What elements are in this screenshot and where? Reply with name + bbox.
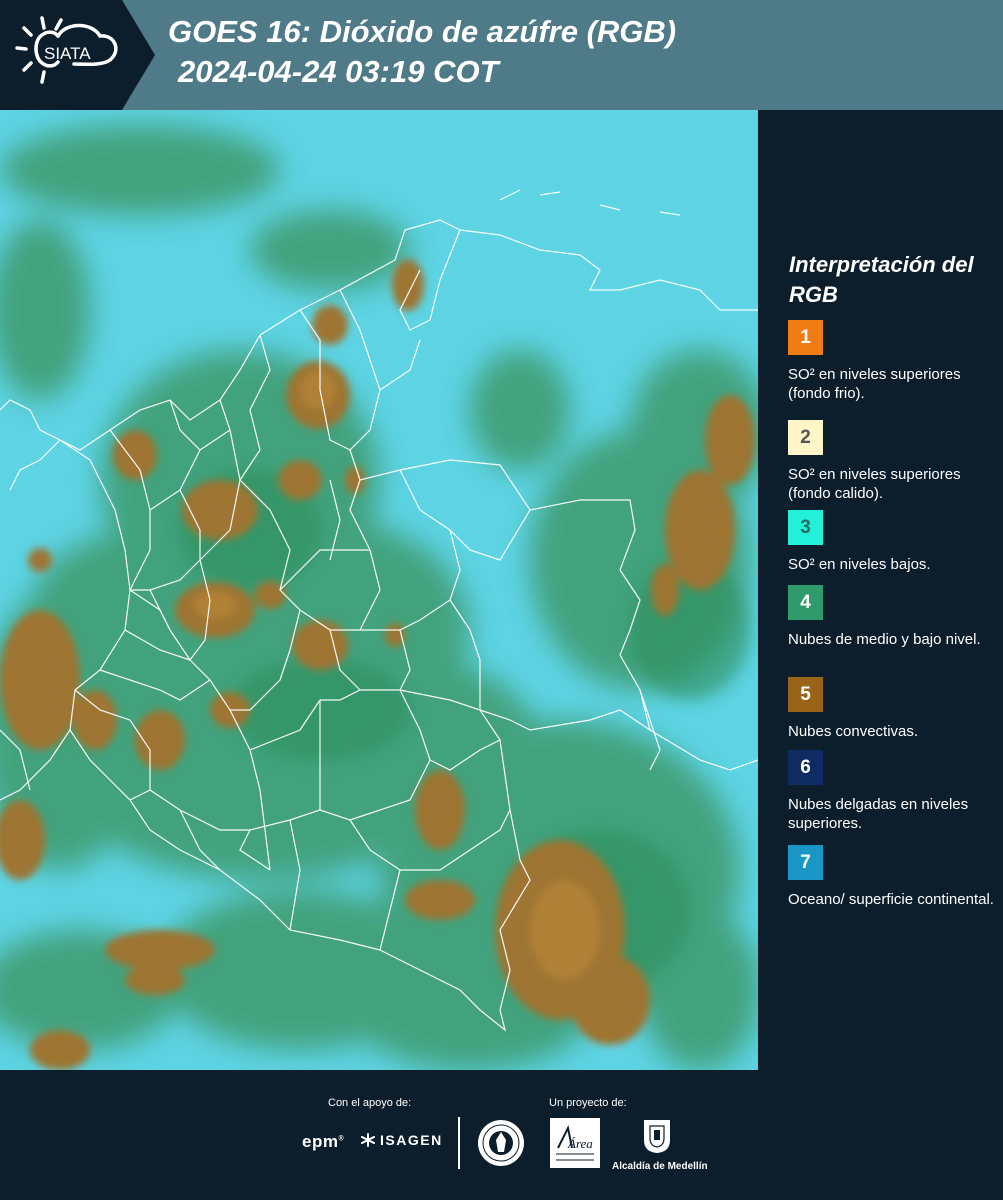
siata-logo: SIATA bbox=[0, 0, 155, 110]
legend-swatch: 6 bbox=[788, 750, 823, 785]
legend-item: 4 Nubes de medio y bajo nivel. bbox=[788, 585, 998, 649]
project-label: Un proyecto de: bbox=[549, 1097, 627, 1109]
support-label: Con el apoyo de: bbox=[328, 1097, 412, 1109]
timestamp-title: 2024-04-24 03:19 COT bbox=[178, 54, 499, 89]
legend-item: 7 Oceano/ superficie continental. bbox=[788, 845, 998, 909]
satellite-map bbox=[0, 110, 758, 1070]
epm-logo-text: epm bbox=[302, 1132, 339, 1151]
epm-logo: epm® bbox=[302, 1132, 345, 1151]
legend-swatch: 4 bbox=[788, 585, 823, 620]
alcaldia-text: Alcaldía de Medellín bbox=[612, 1161, 708, 1172]
siata-logo-text: SIATA bbox=[44, 44, 91, 63]
isagen-logo-text: ISAGEN bbox=[380, 1132, 443, 1148]
legend-item-label: Nubes de medio y bajo nivel. bbox=[788, 631, 981, 648]
alcaldia-logo: Alcaldía de Medellín bbox=[612, 1118, 708, 1172]
legend-item-label: SO² en niveles bajos. bbox=[788, 556, 931, 573]
legend-item-label: SO² en niveles superiores (fondo calido)… bbox=[788, 466, 961, 502]
legend-swatch: 3 bbox=[788, 510, 823, 545]
isagen-logo: ISAGEN bbox=[360, 1132, 443, 1148]
legend-item: 2 SO² en niveles superiores (fondo calido… bbox=[788, 420, 998, 503]
page-title: GOES 16: Dióxido de azúfre (RGB) bbox=[168, 14, 677, 49]
legend-swatch: 7 bbox=[788, 845, 823, 880]
legend-item: 3 SO² en niveles bajos. bbox=[788, 510, 998, 574]
legend-item: 5 Nubes convectivas. bbox=[788, 677, 998, 741]
footer: Con el apoyo de: Un proyecto de: epm® IS… bbox=[0, 1070, 1003, 1200]
legend-panel: Interpretación del RGB 1 SO² en niveles s… bbox=[762, 110, 1003, 1070]
area-logo-text: Área bbox=[567, 1136, 593, 1151]
legend-swatch: 2 bbox=[788, 420, 823, 455]
area-metropolitana-logo: Área bbox=[550, 1118, 600, 1173]
legend-swatch: 1 bbox=[788, 320, 823, 355]
legend-item-label: Oceano/ superficie continental. bbox=[788, 891, 994, 908]
legend-item: 1 SO² en niveles superiores (fondo frio). bbox=[788, 320, 998, 403]
legend-item: 6 Nubes delgadas en niveles superiores. bbox=[788, 750, 998, 833]
legend-swatch: 5 bbox=[788, 677, 823, 712]
legend-item-label: SO² en niveles superiores (fondo frio). bbox=[788, 366, 961, 402]
footer-divider bbox=[458, 1117, 460, 1169]
medellin-seal-icon bbox=[476, 1118, 526, 1173]
header-bar: SIATA GOES 16: Dióxido de azúfre (RGB) 2… bbox=[0, 0, 1003, 110]
legend-item-label: Nubes delgadas en niveles superiores. bbox=[788, 796, 969, 832]
legend-title: Interpretación del RGB bbox=[789, 252, 974, 307]
isagen-mark-icon bbox=[361, 1133, 375, 1147]
legend-item-label: Nubes convectivas. bbox=[788, 723, 919, 740]
alcaldia-shield-icon bbox=[644, 1120, 670, 1153]
